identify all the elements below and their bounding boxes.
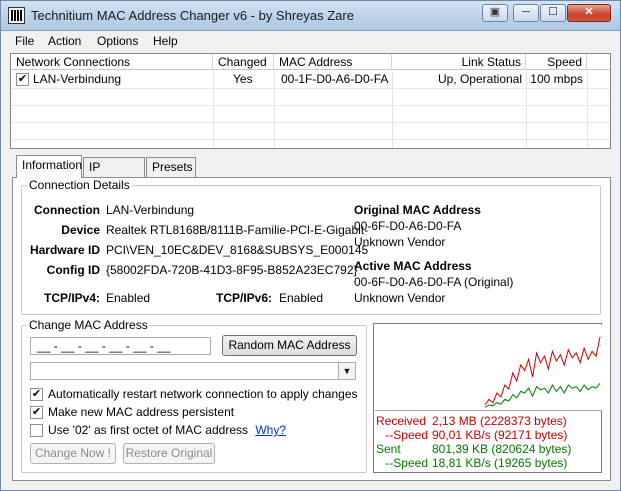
menu-options[interactable]: Options [97, 34, 138, 48]
column-speed[interactable]: Speed [526, 54, 587, 70]
received-label: Received [376, 414, 427, 428]
original-mac-value: 00-6F-D0-A6-D0-FA [354, 219, 462, 233]
tab-ip-address[interactable]: IP Address [83, 157, 145, 192]
app-icon [8, 7, 25, 24]
connection-details-title: Connection Details [27, 178, 132, 192]
tab-presets[interactable]: Presets [146, 157, 196, 177]
sent-speed-stat: --Speed 18,81 KB/s (19265 bytes) [376, 456, 571, 470]
tcpv4-value: Enabled [106, 291, 151, 305]
maximize-icon[interactable]: ☐ [540, 4, 566, 22]
minimize-icon[interactable]: ─ [513, 4, 539, 22]
device-value: Realtek RTL8168B/8111B-Familie-PCI-E-Gig… [106, 223, 369, 237]
option-auto-restart[interactable]: ✔ Automatically restart network connectio… [30, 387, 358, 402]
sent-value: 801,39 KB (820624 bytes) [432, 442, 572, 456]
traffic-graph-svg [484, 336, 601, 408]
hardware-id-label: Hardware ID [29, 243, 100, 257]
connections-list[interactable]: Network Connections Changed MAC Address … [10, 53, 611, 149]
grid-line [11, 139, 610, 140]
close-icon[interactable]: ✕ [567, 4, 611, 22]
original-mac-title: Original MAC Address [354, 203, 481, 217]
menu-file[interactable]: File [15, 34, 34, 48]
column-changed[interactable]: Changed [213, 54, 274, 70]
connection-speed: 100 mbps [530, 72, 583, 86]
tab-information[interactable]: Information [16, 155, 82, 178]
connection-value: LAN-Verbindung [106, 203, 195, 217]
connection-link-status: Up, Operational [437, 72, 522, 86]
menu-action[interactable]: Action [48, 34, 81, 48]
auto-restart-label: Automatically restart network connection… [48, 387, 358, 401]
persistent-checkbox[interactable]: ✔ [30, 406, 43, 420]
random-mac-button[interactable]: Random MAC Address [222, 335, 357, 356]
column-link-status[interactable]: Link Status [392, 54, 526, 70]
traffic-stats: Received 2,13 MB (2228373 bytes) --Speed 9… [376, 414, 571, 470]
recv-speed-stat: --Speed 90,01 KB/s (92171 bytes) [376, 428, 571, 442]
extra-window-icon[interactable]: ▣ [482, 4, 508, 22]
mac-address-input[interactable]: __ - __ - __ - __ - __ - __ [30, 337, 211, 355]
sent-stat: Sent 801,39 KB (820624 bytes) [376, 442, 571, 456]
received-value: 2,13 MB (2228373 bytes) [432, 414, 567, 428]
grid-line [11, 88, 610, 89]
original-vendor: Unknown Vendor [354, 235, 446, 249]
connection-name: LAN-Verbindung [33, 72, 122, 86]
menu-bar: File Action Options Help [1, 32, 620, 51]
use-02-label: Use '02' as first octet of MAC address [48, 423, 248, 437]
tcpv6-value: Enabled [279, 291, 324, 305]
main-window: Technitium MAC Address Changer v6 - by S… [0, 0, 621, 491]
sent-speed-value: 18,81 KB/s (19265 bytes) [432, 456, 568, 470]
change-now-button[interactable]: Change Now ! [30, 443, 116, 464]
received-stat: Received 2,13 MB (2228373 bytes) [376, 414, 571, 428]
traffic-graph-panel: Received 2,13 MB (2228373 bytes) --Speed 9… [373, 323, 602, 473]
connection-checkbox[interactable]: ✔ [16, 73, 29, 86]
why-link[interactable]: Why? [255, 423, 286, 437]
received-line [484, 336, 601, 406]
sent-line [484, 383, 601, 408]
list-header: Network Connections Changed MAC Address … [11, 54, 610, 70]
connection-mac: 00-1F-D0-A6-D0-FA [281, 72, 389, 86]
recv-speed-label: --Speed [385, 428, 428, 442]
config-id-label: Config ID [46, 263, 100, 277]
sent-label: Sent [376, 442, 401, 456]
traffic-graph [375, 325, 602, 411]
device-label: Device [61, 223, 100, 237]
column-network-connections[interactable]: Network Connections [11, 54, 213, 70]
option-persistent[interactable]: ✔ Make new MAC address persistent [30, 405, 235, 420]
sent-speed-label: --Speed [385, 456, 428, 470]
title-bar[interactable]: Technitium MAC Address Changer v6 - by S… [1, 1, 620, 31]
option-use-02[interactable]: Use '02' as first octet of MAC address W… [30, 423, 286, 438]
connection-changed: Yes [233, 72, 253, 86]
window-title: Technitium MAC Address Changer v6 - by S… [31, 8, 354, 23]
active-mac-title: Active MAC Address [354, 259, 472, 273]
connection-label: Connection [34, 203, 100, 217]
persistent-label: Make new MAC address persistent [48, 405, 235, 419]
tcpv4-label: TCP/IPv4: [43, 291, 100, 305]
chevron-down-icon[interactable]: ▼ [338, 363, 355, 379]
grid-line [11, 105, 610, 106]
active-vendor: Unknown Vendor [354, 291, 446, 305]
change-mac-title: Change MAC Address [27, 318, 150, 332]
vendor-dropdown[interactable]: ▼ [30, 362, 356, 380]
config-id-value: {58002FDA-720B-41D3-8F95-B852A23EC792} [106, 263, 358, 277]
use-02-checkbox[interactable] [30, 424, 43, 438]
column-mac-address[interactable]: MAC Address [274, 54, 392, 70]
recv-speed-value: 90,01 KB/s (92171 bytes) [432, 428, 568, 442]
restore-original-button[interactable]: Restore Original [123, 443, 215, 464]
hardware-id-value: PCI\VEN_10EC&DEV_8168&SUBSYS_E000145 [106, 243, 369, 257]
grid-line [11, 122, 610, 123]
active-mac-value: 00-6F-D0-A6-D0-FA (Original) [354, 275, 514, 289]
connection-row[interactable]: ✔ LAN-Verbindung Yes 00-1F-D0-A6-D0-FA U… [11, 71, 610, 88]
auto-restart-checkbox[interactable]: ✔ [30, 388, 43, 402]
menu-help[interactable]: Help [153, 34, 178, 48]
tcpv6-label: TCP/IPv6: [215, 291, 272, 305]
